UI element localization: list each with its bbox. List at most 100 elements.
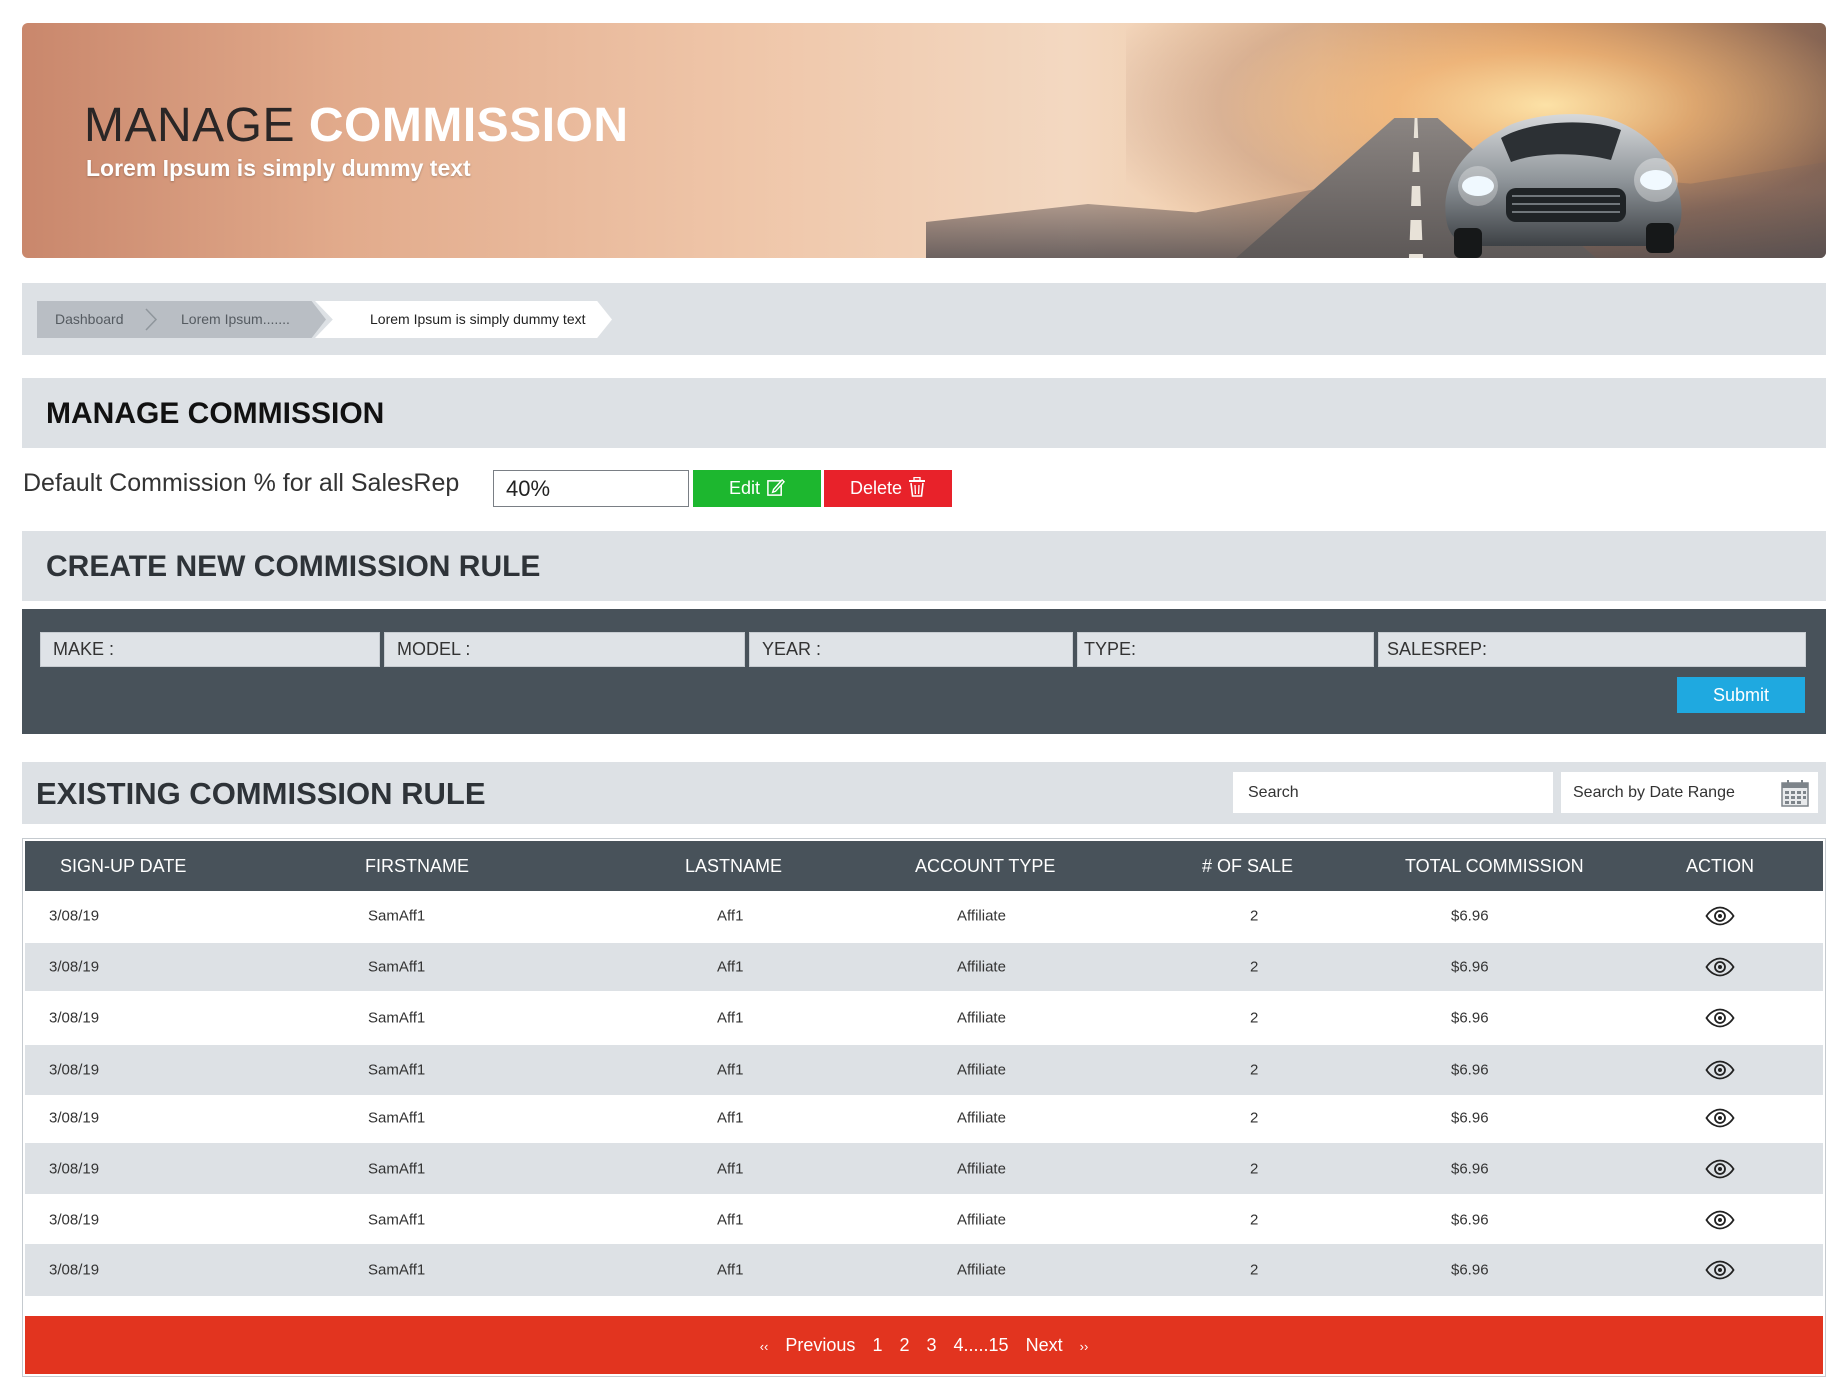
cell-firstname: SamAff1	[368, 1061, 426, 1079]
pager-previous[interactable]: Previous	[785, 1335, 855, 1355]
hero-title: MANAGE COMMISSION	[84, 98, 629, 153]
cell-signup-date: 3/08/19	[49, 907, 100, 925]
cell-num-sale: 2	[1250, 958, 1259, 976]
manage-commission-heading: MANAGE COMMISSION	[46, 397, 385, 430]
cell-account-type: Affiliate	[957, 1211, 1006, 1228]
column-header-total-commission[interactable]: TOTAL COMMISSION	[1405, 841, 1584, 891]
cell-account-type: Affiliate	[957, 1160, 1006, 1177]
eye-icon[interactable]	[1705, 957, 1735, 977]
cell-firstname: SamAff1	[368, 1160, 426, 1177]
edit-button[interactable]: Edit	[693, 470, 821, 507]
cell-num-sale: 2	[1250, 1061, 1259, 1079]
cell-total-commission: $6.96	[1451, 1211, 1489, 1228]
search-input[interactable]: Search	[1233, 772, 1553, 813]
cell-lastname: Aff1	[717, 958, 744, 976]
breadcrumb-item-lorem[interactable]: Lorem Ipsum.......	[146, 301, 326, 338]
table-header-row: SIGN-UP DATE FIRSTNAME LASTNAME ACCOUNT …	[25, 841, 1823, 891]
breadcrumb-chevron-icon	[140, 301, 162, 338]
year-field[interactable]: YEAR :	[749, 632, 1073, 667]
manage-commission-header: MANAGE COMMISSION	[22, 378, 1826, 448]
cell-signup-date: 3/08/19	[49, 1061, 100, 1079]
cell-num-sale: 2	[1250, 1109, 1259, 1127]
pager-page-range[interactable]: 4.....15	[954, 1335, 1009, 1355]
cell-signup-date: 3/08/19	[49, 1211, 100, 1228]
calendar-icon[interactable]	[1781, 779, 1809, 807]
cell-firstname: SamAff1	[368, 907, 426, 925]
existing-rules-header: EXISTING COMMISSION RULE Search Search b…	[22, 762, 1826, 824]
eye-icon[interactable]	[1705, 1210, 1735, 1230]
table-row: 3/08/19 SamAff1 Aff1 Affiliate 2 $6.96	[25, 943, 1823, 991]
pagination: ‹‹ Previous 1 2 3 4.....15 Next ››	[25, 1316, 1823, 1374]
column-header-signup-date[interactable]: SIGN-UP DATE	[60, 841, 186, 891]
pager-page-1[interactable]: 1	[872, 1335, 882, 1355]
cell-lastname: Aff1	[717, 1109, 744, 1127]
cell-signup-date: 3/08/19	[49, 1160, 100, 1177]
delete-button-label: Delete	[849, 478, 903, 498]
cell-account-type: Affiliate	[957, 1109, 1006, 1127]
commission-rules-table: SIGN-UP DATE FIRSTNAME LASTNAME ACCOUNT …	[22, 838, 1826, 1377]
cell-total-commission: $6.96	[1451, 1009, 1489, 1026]
pager-page-3[interactable]: 3	[927, 1335, 937, 1355]
cell-lastname: Aff1	[717, 1009, 744, 1026]
cell-num-sale: 2	[1250, 1009, 1259, 1026]
edit-button-label: Edit	[728, 478, 761, 498]
cell-total-commission: $6.96	[1451, 958, 1489, 976]
cell-total-commission: $6.96	[1451, 1261, 1489, 1279]
create-rule-heading: CREATE NEW COMMISSION RULE	[46, 550, 541, 583]
cell-account-type: Affiliate	[957, 1009, 1006, 1026]
create-rule-form: MAKE : MODEL : YEAR : TYPE: SALESREP: Su…	[22, 609, 1826, 734]
make-field[interactable]: MAKE :	[40, 632, 380, 667]
cell-firstname: SamAff1	[368, 1211, 426, 1228]
cell-lastname: Aff1	[717, 907, 744, 925]
column-header-action: ACTION	[1686, 856, 1755, 876]
default-commission-input[interactable]	[493, 470, 689, 507]
pager-next[interactable]: Next	[1026, 1335, 1063, 1355]
eye-icon[interactable]	[1705, 1008, 1735, 1028]
cell-num-sale: 2	[1250, 1211, 1259, 1228]
trash-icon	[909, 476, 926, 497]
cell-signup-date: 3/08/19	[49, 1109, 100, 1127]
cell-account-type: Affiliate	[957, 1261, 1006, 1279]
salesrep-field[interactable]: SALESREP:	[1378, 632, 1806, 667]
breadcrumb-item-current: Lorem Ipsum is simply dummy text	[315, 301, 612, 338]
table-row: 3/08/19 SamAff1 Aff1 Affiliate 2 $6.96	[25, 1244, 1823, 1296]
cell-lastname: Aff1	[717, 1261, 744, 1279]
table-row: 3/08/19 SamAff1 Aff1 Affiliate 2 $6.96	[25, 891, 1823, 941]
eye-icon[interactable]	[1705, 1159, 1735, 1179]
pager-page-2[interactable]: 2	[899, 1335, 909, 1355]
model-field[interactable]: MODEL :	[384, 632, 745, 667]
hero-banner: MANAGE COMMISSION Lorem Ipsum is simply …	[22, 23, 1826, 258]
column-header-account-type[interactable]: ACCOUNT TYPE	[915, 841, 1055, 891]
submit-button[interactable]: Submit	[1677, 677, 1805, 713]
cell-firstname: SamAff1	[368, 1261, 426, 1279]
delete-button[interactable]: Delete	[824, 470, 952, 507]
sports-car-image	[1445, 114, 1682, 258]
cell-lastname: Aff1	[717, 1061, 744, 1079]
cell-signup-date: 3/08/19	[49, 1261, 100, 1279]
pager-prev-arrow-icon[interactable]: ‹‹	[760, 1339, 769, 1354]
pager-next-arrow-icon[interactable]: ››	[1080, 1339, 1089, 1354]
column-header-lastname[interactable]: LASTNAME	[685, 841, 782, 891]
cell-account-type: Affiliate	[957, 907, 1006, 925]
column-header-firstname[interactable]: FIRSTNAME	[365, 841, 469, 891]
eye-icon[interactable]	[1705, 906, 1735, 926]
eye-icon[interactable]	[1705, 1260, 1735, 1280]
existing-rules-heading: EXISTING COMMISSION RULE	[36, 776, 486, 811]
cell-num-sale: 2	[1250, 1160, 1259, 1177]
cell-account-type: Affiliate	[957, 958, 1006, 976]
cell-signup-date: 3/08/19	[49, 958, 100, 976]
eye-icon[interactable]	[1705, 1108, 1735, 1128]
eye-icon[interactable]	[1705, 1060, 1735, 1080]
cell-account-type: Affiliate	[957, 1061, 1006, 1079]
create-rule-header: CREATE NEW COMMISSION RULE	[22, 531, 1826, 601]
table-row: 3/08/19 SamAff1 Aff1 Affiliate 2 $6.96	[25, 1195, 1823, 1244]
cell-total-commission: $6.96	[1451, 1109, 1489, 1127]
date-range-placeholder: Search by Date Range	[1573, 784, 1735, 801]
hero-title-light: MANAGE	[84, 99, 296, 152]
date-range-input[interactable]: Search by Date Range	[1561, 772, 1818, 813]
type-field[interactable]: TYPE:	[1077, 632, 1374, 667]
hero-subtitle: Lorem Ipsum is simply dummy text	[86, 155, 471, 181]
cell-num-sale: 2	[1250, 1261, 1259, 1279]
cell-lastname: Aff1	[717, 1160, 744, 1177]
column-header-num-sale[interactable]: # OF SALE	[1202, 841, 1293, 891]
